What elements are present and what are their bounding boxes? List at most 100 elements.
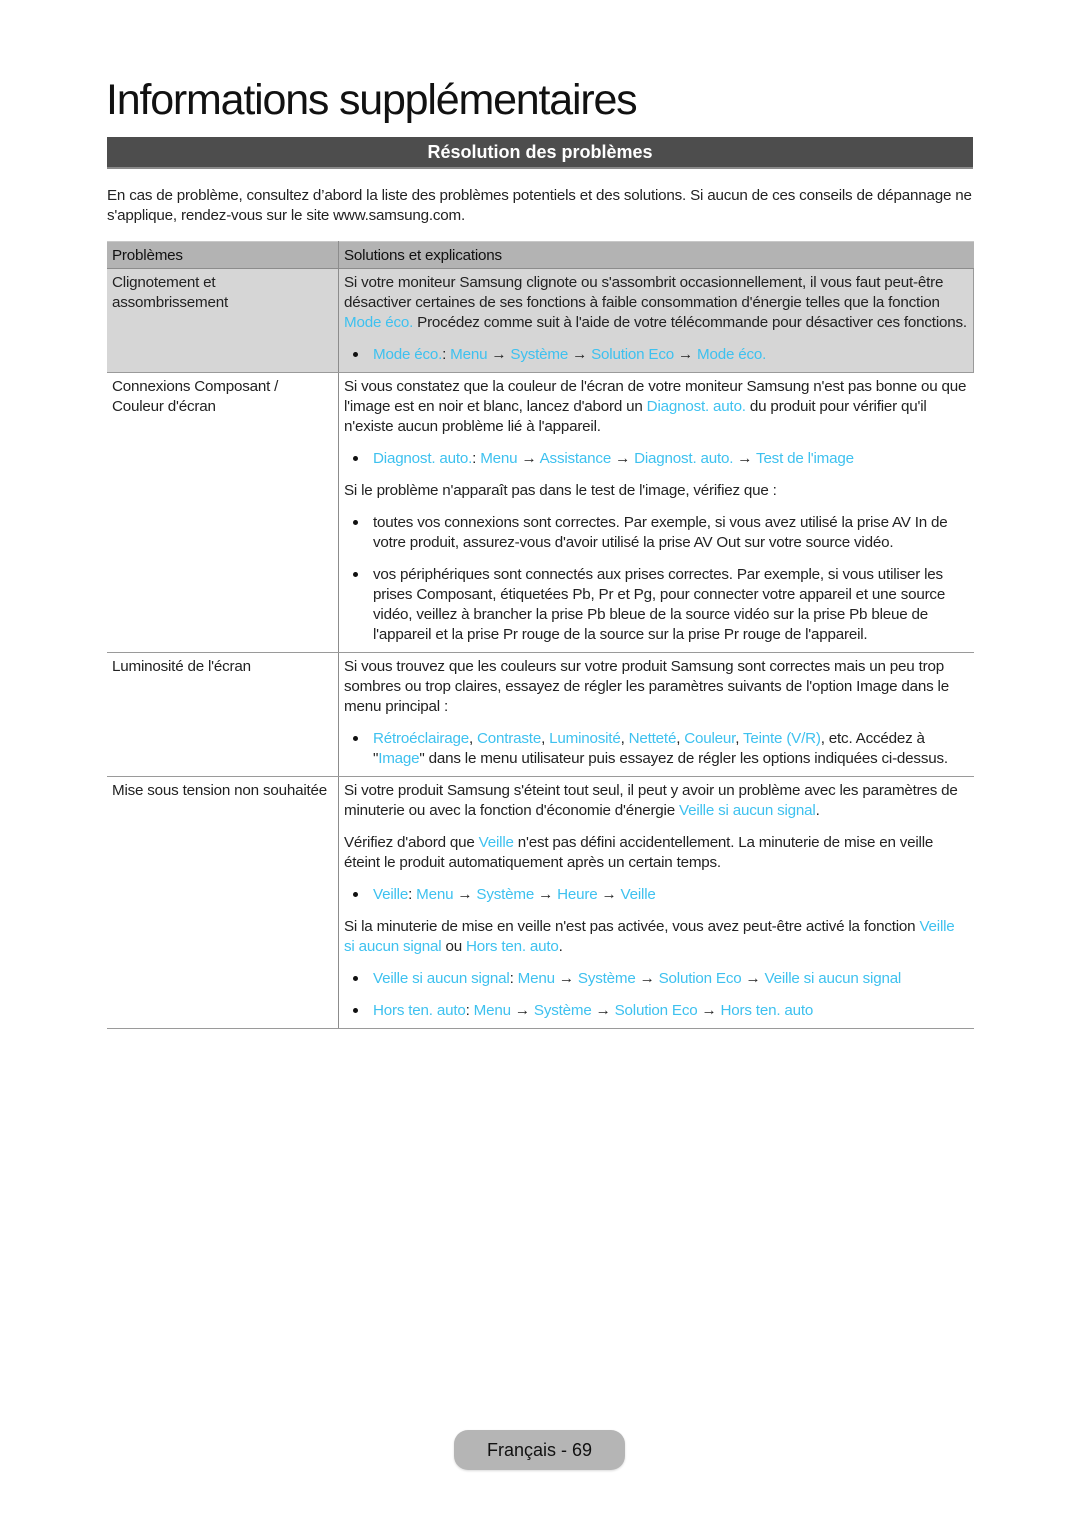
text-segment: Vérifiez d'abord que: [344, 834, 479, 851]
menu-path-link[interactable]: Hors ten. auto: [373, 1002, 466, 1019]
bullet-icon: [353, 352, 358, 357]
menu-path-link[interactable]: Mode éco.: [373, 346, 442, 363]
text-segment: →: [487, 346, 511, 363]
solution-cell: Si vous trouvez que les couleurs sur vot…: [338, 652, 974, 777]
menu-path-link[interactable]: Veille si aucun signal: [765, 970, 902, 987]
menu-path-link[interactable]: Menu: [474, 1002, 511, 1019]
paragraph: Si le problème n'apparaît pas dans le te…: [344, 481, 969, 501]
menu-path-link[interactable]: Hors ten. auto: [466, 938, 559, 955]
paragraph: Vérifiez d'abord que Veille n'est pas dé…: [344, 833, 969, 873]
menu-path-link[interactable]: Hors ten. auto: [721, 1002, 814, 1019]
text-segment: Si votre moniteur Samsung clignote ou s'…: [344, 274, 944, 311]
menu-path-link[interactable]: Solution Eco: [591, 346, 674, 363]
text-segment: Procédez comme suit à l'aide de votre té…: [413, 314, 967, 331]
intro-text: En cas de problème, consultez d’abord la…: [107, 187, 972, 224]
menu-path-link[interactable]: Système: [510, 346, 568, 363]
table-header-row: Problèmes Solutions et explications: [107, 241, 974, 269]
bullet-item: Rétroéclairage, Contraste, Luminosité, N…: [344, 729, 969, 769]
column-header-solutions: Solutions et explications: [338, 241, 974, 269]
menu-path-link[interactable]: Mode éco.: [344, 314, 413, 331]
text-segment: :: [509, 970, 518, 987]
text-segment: →: [554, 970, 578, 987]
page-footer-label: Français - 69: [486, 1440, 593, 1460]
text-segment: :: [472, 450, 481, 467]
troubleshooting-table: Problèmes Solutions et explications Clig…: [107, 241, 974, 1029]
menu-path-link[interactable]: Netteté: [629, 730, 677, 747]
bullet-item: vos périphériques sont connectés aux pri…: [344, 565, 969, 645]
bullet-icon: [353, 456, 358, 461]
page-title: Informations supplémentaires: [106, 76, 638, 124]
text-segment: " dans le menu utilisateur puis essayez …: [419, 750, 948, 767]
paragraph: Si votre moniteur Samsung clignote ou s'…: [344, 273, 968, 333]
text-segment: ,: [541, 730, 550, 747]
paragraph: Si vous trouvez que les couleurs sur vot…: [344, 657, 969, 717]
text-segment: :: [465, 1002, 474, 1019]
menu-path-link[interactable]: Veille si aucun signal: [679, 802, 816, 819]
menu-path-link[interactable]: Menu: [450, 346, 487, 363]
text-segment: →: [534, 886, 558, 903]
menu-path-link[interactable]: Contraste: [477, 730, 541, 747]
text-segment: →: [697, 1002, 721, 1019]
menu-path-link[interactable]: Menu: [480, 450, 517, 467]
menu-path-link[interactable]: Veille: [479, 834, 514, 851]
text-segment: →: [517, 450, 540, 467]
menu-path-link[interactable]: Veille: [373, 886, 408, 903]
text-segment: .: [815, 802, 820, 819]
menu-path-link[interactable]: Menu: [518, 970, 555, 987]
paragraph: Si la minuterie de mise en veille n'est …: [344, 917, 969, 957]
menu-path-link[interactable]: Veille si aucun signal: [373, 970, 510, 987]
text-segment: ou: [441, 938, 467, 955]
menu-path-link[interactable]: Diagnost. auto.: [373, 450, 472, 467]
menu-path-link[interactable]: Diagnost. auto.: [634, 450, 733, 467]
menu-path-link[interactable]: Menu: [416, 886, 453, 903]
text-segment: →: [597, 886, 621, 903]
menu-path-link[interactable]: Test de l'image: [756, 450, 854, 467]
menu-path-link[interactable]: Image: [378, 750, 419, 767]
bullet-item: Diagnost. auto.: Menu → Assistance → Dia…: [344, 449, 969, 469]
bullet-item: Veille: Menu → Système → Heure → Veille: [344, 885, 969, 905]
text-segment: :: [408, 886, 417, 903]
problem-cell: Clignotement et assombrissement: [107, 268, 339, 373]
table-body: Clignotement et assombrissement Si votre …: [107, 268, 974, 1029]
text-segment: :: [442, 346, 451, 363]
menu-path-link[interactable]: Système: [578, 970, 636, 987]
text-segment: Si la minuterie de mise en veille n'est …: [344, 918, 920, 935]
menu-path-link[interactable]: Solution Eco: [659, 970, 742, 987]
text-segment: →: [510, 1002, 534, 1019]
section-header: Résolution des problèmes: [107, 137, 973, 169]
bullet-icon: [353, 976, 358, 981]
bullet-item: Veille si aucun signal: Menu → Système →…: [344, 969, 969, 989]
menu-path-link[interactable]: Teinte (V/R): [743, 730, 821, 747]
section-title: Résolution des problèmes: [427, 142, 653, 162]
bullet-item: Mode éco.: Menu → Système → Solution Eco…: [344, 345, 968, 365]
menu-path-link[interactable]: Solution Eco: [615, 1002, 698, 1019]
text-segment: →: [453, 886, 477, 903]
problem-cell: Mise sous tension non souhaitée: [107, 776, 339, 1029]
menu-path-link[interactable]: Heure: [557, 886, 598, 903]
problem-cell: Connexions Composant / Couleur d'écran: [107, 372, 339, 653]
bullet-icon: [353, 1008, 358, 1013]
table-row: Mise sous tension non souhaitée Si votre …: [107, 776, 974, 1029]
table-row: Clignotement et assombrissement Si votre …: [107, 268, 974, 373]
text-segment: Si vous trouvez que les couleurs sur vot…: [344, 658, 949, 715]
menu-path-link[interactable]: Diagnost. auto.: [647, 398, 746, 415]
page-footer-badge: Français - 69: [454, 1430, 625, 1470]
bullet-item: toutes vos connexions sont correctes. Pa…: [344, 513, 969, 553]
table-row: Connexions Composant / Couleur d'écran Si…: [107, 372, 974, 653]
text-segment: ,: [620, 730, 629, 747]
menu-path-link[interactable]: Assistance: [540, 450, 612, 467]
menu-path-link[interactable]: Mode éco.: [697, 346, 766, 363]
menu-path-link[interactable]: Couleur: [684, 730, 735, 747]
text-segment: →: [741, 970, 765, 987]
table-row: Luminosité de l'écran Si vous trouvez que…: [107, 652, 974, 777]
paragraph: Si vous constatez que la couleur de l'éc…: [344, 377, 969, 437]
text-segment: vos périphériques sont connectés aux pri…: [373, 566, 946, 643]
text-segment: →: [568, 346, 592, 363]
text-segment: toutes vos connexions sont correctes. Pa…: [373, 514, 948, 551]
menu-path-link[interactable]: Rétroéclairage: [373, 730, 469, 747]
menu-path-link[interactable]: Luminosité: [549, 730, 621, 747]
menu-path-link[interactable]: Veille: [621, 886, 656, 903]
bullet-icon: [353, 892, 358, 897]
menu-path-link[interactable]: Système: [534, 1002, 592, 1019]
menu-path-link[interactable]: Système: [476, 886, 534, 903]
